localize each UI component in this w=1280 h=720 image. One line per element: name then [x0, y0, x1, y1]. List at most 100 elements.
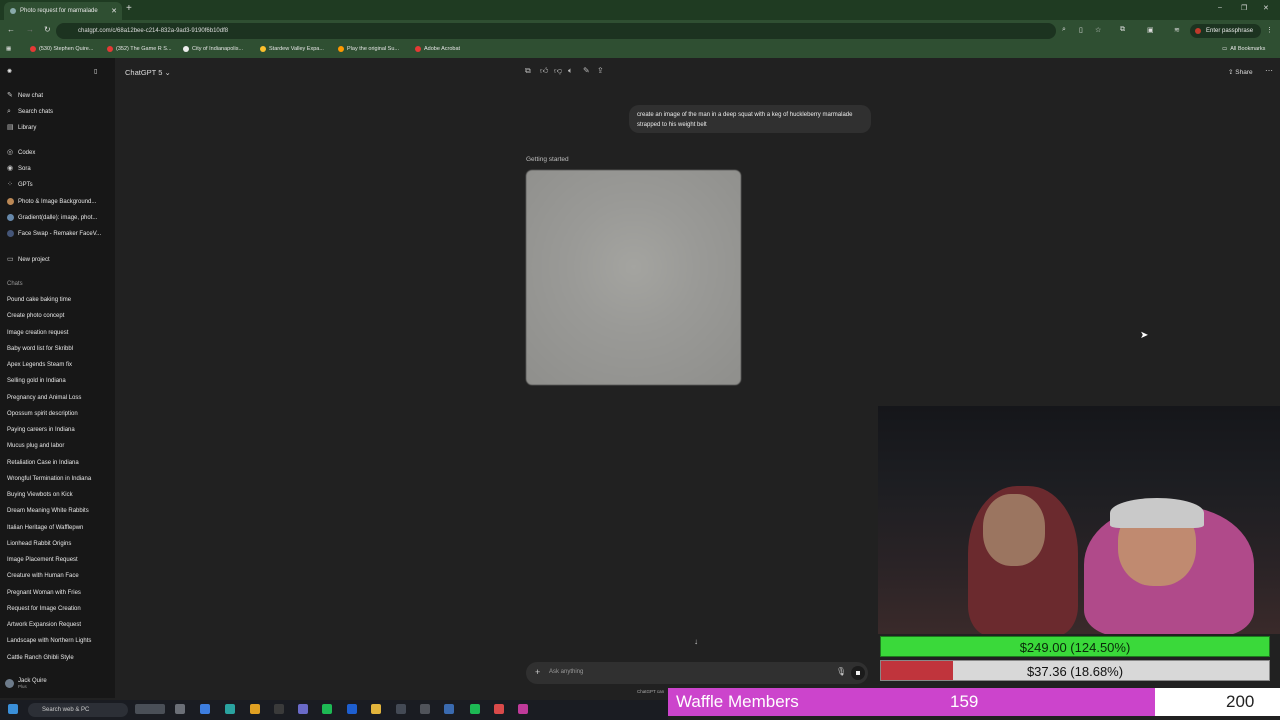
app-icon[interactable] [200, 704, 210, 714]
widgets-icon[interactable] [135, 704, 165, 714]
sidebar-item-new-chat[interactable]: ✎ New chat [7, 92, 43, 99]
sidebar-item-sora[interactable]: ◉ Sora [7, 165, 31, 172]
scroll-down-icon[interactable]: ↓ [694, 637, 698, 646]
share-button[interactable]: ⇪ Share [1228, 68, 1253, 76]
discord-icon[interactable] [298, 704, 308, 714]
chat-list-item[interactable]: Buying Viewbots on Kick [7, 492, 73, 498]
page-icon[interactable]: ▯ [1079, 26, 1083, 34]
app-icon[interactable] [518, 704, 528, 714]
sidebar-item-gpt[interactable]: Gradient(dalle): image, phot... [7, 214, 97, 221]
sidebar-item-gpt[interactable]: Face Swap - Remaker FaceV... [7, 230, 101, 237]
app-icon[interactable] [396, 704, 406, 714]
share-icon[interactable]: ⇪ [597, 66, 604, 75]
minimize-icon[interactable]: – [1218, 4, 1222, 11]
outlook-icon[interactable] [347, 704, 357, 714]
thumbs-up-icon[interactable]: 👍︎ [540, 66, 548, 76]
stop-generation-button[interactable] [851, 666, 865, 680]
bookmark-item[interactable]: (352) The Game R S... [107, 46, 172, 52]
reload-icon[interactable]: ↻ [44, 25, 51, 34]
chat-list-item[interactable]: Request for Image Creation [7, 606, 81, 612]
bookmark-item[interactable]: City of Indianapolis... [183, 46, 243, 52]
chat-list-item[interactable]: Artwork Expansion Request [7, 622, 81, 628]
spotify-icon[interactable] [322, 704, 332, 714]
forward-icon[interactable]: → [26, 25, 34, 34]
bookmark-item[interactable]: Play the original Su... [338, 46, 399, 52]
microphone-icon[interactable]: 🎙︎ [836, 667, 846, 676]
chat-list-item[interactable]: Selling gold in Indiana [7, 378, 66, 384]
new-tab-button[interactable]: + [126, 3, 132, 14]
sidebar-item-label: Sora [18, 165, 31, 172]
speaker-icon[interactable]: 🔈︎ [568, 66, 573, 76]
apps-icon[interactable]: ▦ [6, 46, 11, 52]
media-icon[interactable]: ≋ [1174, 26, 1180, 34]
address-bar[interactable]: chatgpt.com/c/68a12bee-c214-832a-9ad3-91… [56, 23, 1056, 39]
spotify-icon[interactable] [470, 704, 480, 714]
extensions-icon[interactable]: ⧉ [1120, 26, 1125, 34]
chat-list-item[interactable]: Create photo concept [7, 313, 64, 319]
app-icon[interactable] [274, 704, 284, 714]
all-bookmarks[interactable]: ▭ All Bookmarks [1222, 46, 1265, 52]
bookmark-item[interactable]: Adobe Acrobat [415, 46, 460, 52]
sidebar-item-new-project[interactable]: ▭ New project [7, 256, 50, 263]
sidepanel-icon[interactable]: ▣ [1147, 26, 1154, 34]
chat-list-item[interactable]: Cattle Ranch Ghibli Style [7, 655, 74, 661]
composer-input[interactable]: Ask anything [549, 669, 583, 675]
app-icon[interactable] [420, 704, 430, 714]
passphrase-button[interactable]: Enter passphrase [1190, 24, 1262, 38]
passphrase-label: Enter passphrase [1206, 28, 1254, 34]
sidebar-item-codex[interactable]: ◎ Codex [7, 149, 35, 156]
thumbs-down-icon[interactable]: 👎︎ [554, 66, 562, 76]
bookmark-item[interactable]: (530) Stephen Quire... [30, 46, 93, 52]
sidebar-item-gpts[interactable]: ⁘ GPTs [7, 181, 33, 188]
add-attachment-icon[interactable]: + [535, 667, 540, 677]
model-selector[interactable]: ChatGPT 5 ⌄ [125, 68, 171, 77]
browser-menu-icon[interactable]: ⋮ [1266, 26, 1273, 34]
user-profile[interactable]: Jack Quire Plus [5, 678, 47, 689]
chrome-active-icon[interactable] [494, 704, 504, 714]
task-view-icon[interactable] [175, 704, 185, 714]
chat-list-item[interactable]: Landscape with Northern Lights [7, 638, 91, 644]
app-icon[interactable] [444, 704, 454, 714]
message-composer[interactable]: + Ask anything 🎙︎ [526, 662, 868, 684]
chat-list-item[interactable]: Mucus plug and labor [7, 443, 64, 449]
copy-icon[interactable]: ⧉ [525, 66, 531, 76]
chat-list-item[interactable]: Baby word list for Skribbl [7, 346, 73, 352]
file-explorer-icon[interactable] [371, 704, 381, 714]
collapse-sidebar-icon[interactable]: ▯ [94, 68, 97, 75]
close-window-icon[interactable]: ✕ [1263, 4, 1269, 12]
chat-list-item[interactable]: Opossum spirit description [7, 411, 78, 417]
bookmark-item[interactable]: Stardew Valley Expa... [260, 46, 324, 52]
windows-start-icon[interactable] [8, 704, 18, 714]
folder-icon: ▭ [1222, 46, 1228, 52]
sidebar-item-search-chats[interactable]: ⌕ Search chats [7, 108, 53, 115]
openai-logo-icon[interactable]: ✺ [7, 68, 12, 75]
chrome-icon[interactable] [250, 704, 260, 714]
edge-icon[interactable] [225, 704, 235, 714]
chat-list-item[interactable]: Image creation request [7, 330, 68, 336]
chat-list-item[interactable]: Lionhead Rabbit Origins [7, 541, 71, 547]
chat-list-item[interactable]: Pregnant Woman with Fries [7, 590, 81, 596]
more-options-icon[interactable]: ⋯ [1265, 66, 1273, 75]
chat-list-item[interactable]: Pound cake baking time [7, 297, 71, 303]
chat-list-item[interactable]: Wrongful Termination in Indiana [7, 476, 91, 482]
zoom-icon[interactable]: ⌕ [1062, 26, 1066, 34]
chat-list-item[interactable]: Paying careers in Indiana [7, 427, 75, 433]
chat-list-item[interactable]: Retaliation Case in Indiana [7, 460, 79, 466]
browser-tab[interactable]: Photo request for marmalade ✕ [4, 2, 122, 20]
sidebar-item-library[interactable]: ▤ Library [7, 124, 36, 131]
back-icon[interactable]: ← [7, 25, 15, 34]
chat-list-item[interactable]: Dream Meaning White Rabbits [7, 508, 89, 514]
chat-list-item[interactable]: Apex Legends Steam fix [7, 362, 72, 368]
chat-list-item[interactable]: Pregnancy and Animal Loss [7, 395, 81, 401]
chat-list-item[interactable]: Italian Heritage of Wafflepwn [7, 525, 83, 531]
star-icon[interactable]: ☆ [1095, 26, 1101, 34]
maximize-icon[interactable]: ❐ [1241, 4, 1247, 12]
close-tab-icon[interactable]: ✕ [111, 7, 117, 15]
chat-list-item[interactable]: Creature with Human Face [7, 573, 79, 579]
chat-list-item[interactable]: Image Placement Request [7, 557, 78, 563]
streamer-left-face [983, 494, 1045, 566]
edit-icon[interactable]: ✎ [583, 66, 590, 75]
taskbar-search[interactable]: Search web & PC [28, 703, 128, 717]
sidebar-item-gpt[interactable]: Photo & Image Background... [7, 198, 96, 205]
sidebar-item-label: Gradient(dalle): image, phot... [18, 214, 98, 221]
